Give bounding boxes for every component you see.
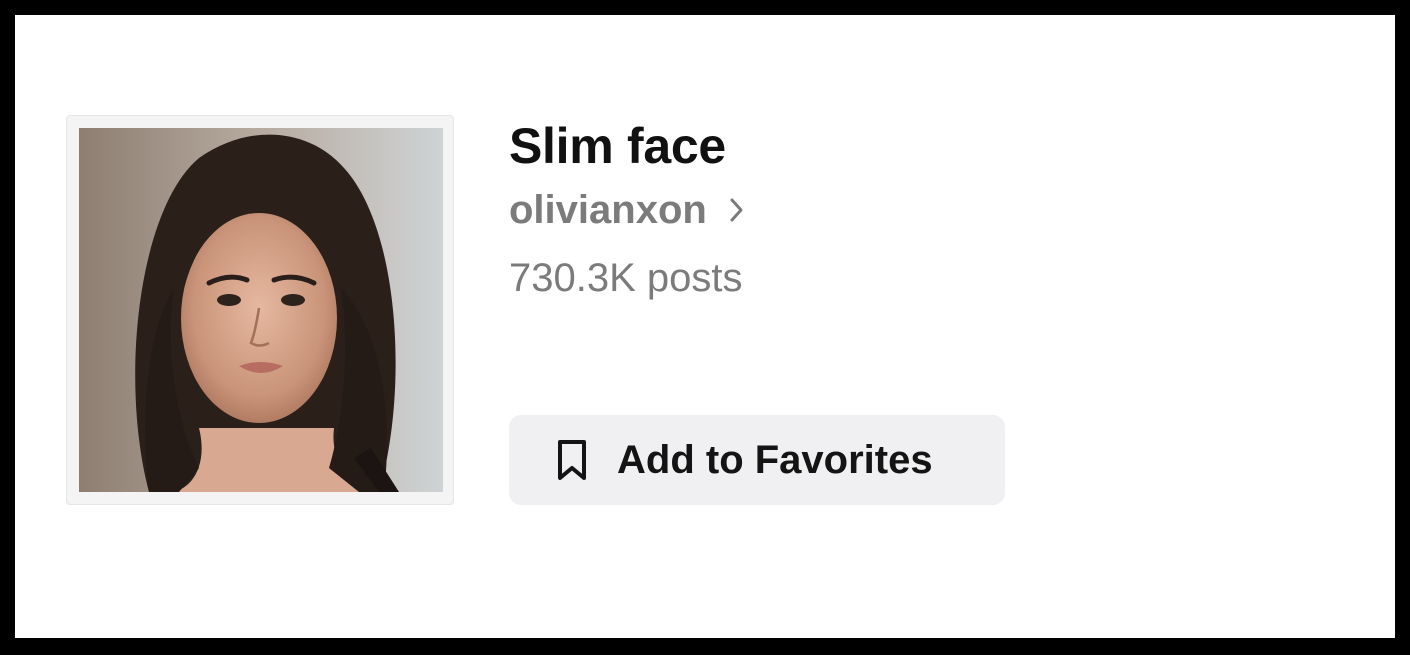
author-name: olivianxon xyxy=(509,187,707,232)
bookmark-icon xyxy=(555,438,589,482)
effect-card: Slim face olivianxon 730.3K posts Add to… xyxy=(15,15,1395,638)
thumbnail-image xyxy=(79,128,443,492)
effect-title: Slim face xyxy=(509,118,726,174)
add-to-favorites-label: Add to Favorites xyxy=(617,437,933,482)
author-link[interactable]: olivianxon xyxy=(509,185,745,235)
posts-count: 730.3K posts xyxy=(509,256,743,300)
chevron-right-icon xyxy=(729,197,745,223)
effect-info: Slim face olivianxon 730.3K posts xyxy=(509,115,745,303)
effect-thumbnail[interactable] xyxy=(66,115,454,505)
add-to-favorites-button[interactable]: Add to Favorites xyxy=(509,415,1005,505)
